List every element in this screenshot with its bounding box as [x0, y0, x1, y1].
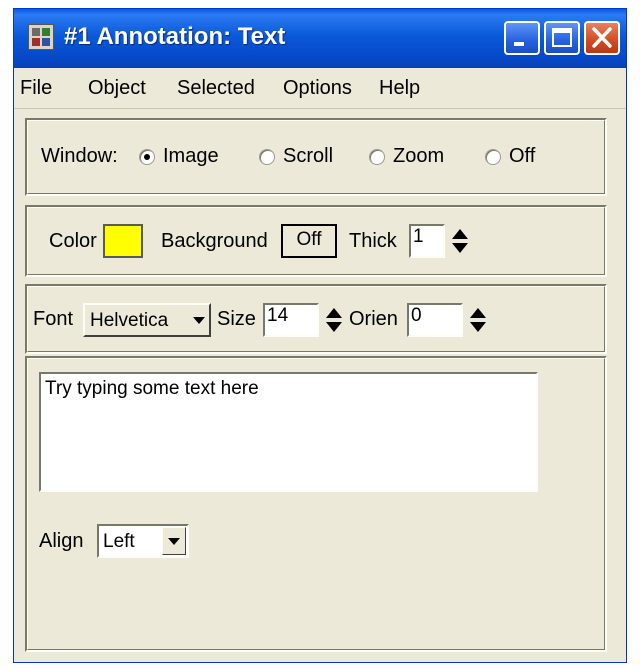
radio-scroll-label[interactable]: Scroll [283, 145, 333, 168]
font-panel: Font Helvetica Size 14 Orien 0 [25, 284, 607, 354]
color-label: Color [49, 230, 97, 252]
background-toggle-button[interactable]: Off [281, 224, 337, 258]
radio-off-label[interactable]: Off [509, 145, 535, 168]
annotation-window: #1 Annotation: Text File Object Selected… [13, 8, 627, 663]
text-input-value: Try typing some text here [45, 378, 259, 399]
size-value: 14 [267, 305, 289, 326]
window-title: #1 Annotation: Text [64, 23, 286, 50]
thick-spinner-icon[interactable] [449, 224, 471, 258]
align-dropdown-button[interactable] [162, 527, 186, 555]
menu-bar: File Object Selected Options Help [14, 68, 626, 109]
chevron-down-icon [193, 317, 205, 324]
maximize-button[interactable] [544, 21, 580, 55]
radio-image-label[interactable]: Image [163, 145, 219, 168]
radio-scroll[interactable] [259, 149, 275, 165]
size-field[interactable]: 14 [263, 303, 319, 337]
menu-selected[interactable]: Selected [177, 77, 255, 100]
maximize-icon [552, 28, 572, 47]
window-mode-panel: Window: Image Scroll Zoom Off [25, 118, 607, 196]
font-dropdown[interactable]: Helvetica [83, 303, 211, 337]
background-label: Background [161, 230, 268, 252]
minimize-icon [514, 42, 524, 46]
align-label: Align [39, 530, 84, 552]
window-mode-label: Window: [41, 145, 118, 167]
menu-help[interactable]: Help [379, 77, 420, 100]
align-value: Left [103, 531, 135, 552]
size-spinner-icon[interactable] [323, 303, 345, 337]
text-panel: Try typing some text here Align Left [25, 356, 607, 652]
color-swatch-button[interactable] [103, 224, 143, 258]
align-select[interactable]: Left [97, 524, 189, 558]
title-bar[interactable]: #1 Annotation: Text [14, 9, 626, 68]
orien-spinner-icon[interactable] [467, 303, 489, 337]
orien-value: 0 [411, 305, 422, 326]
style-panel: Color Background Off Thick 1 [25, 205, 607, 277]
font-label: Font [33, 308, 74, 330]
font-value: Helvetica [90, 310, 169, 331]
orien-label: Orien [349, 308, 398, 330]
radio-zoom-label[interactable]: Zoom [393, 145, 444, 168]
thick-value: 1 [413, 226, 424, 247]
menu-file[interactable]: File [20, 77, 52, 100]
size-label: Size [217, 308, 256, 330]
menu-object[interactable]: Object [88, 77, 146, 100]
chevron-down-icon [168, 538, 180, 545]
radio-image[interactable] [139, 149, 155, 165]
menu-options[interactable]: Options [283, 77, 352, 100]
orien-field[interactable]: 0 [407, 303, 463, 337]
close-button[interactable] [584, 21, 620, 55]
thick-label: Thick [349, 230, 397, 252]
app-icon [28, 24, 54, 50]
background-value: Off [296, 229, 322, 250]
text-input[interactable]: Try typing some text here [39, 372, 538, 492]
radio-zoom[interactable] [369, 149, 385, 165]
minimize-button[interactable] [504, 21, 540, 55]
radio-off[interactable] [485, 149, 501, 165]
thick-field[interactable]: 1 [409, 224, 445, 258]
close-icon [592, 27, 612, 48]
